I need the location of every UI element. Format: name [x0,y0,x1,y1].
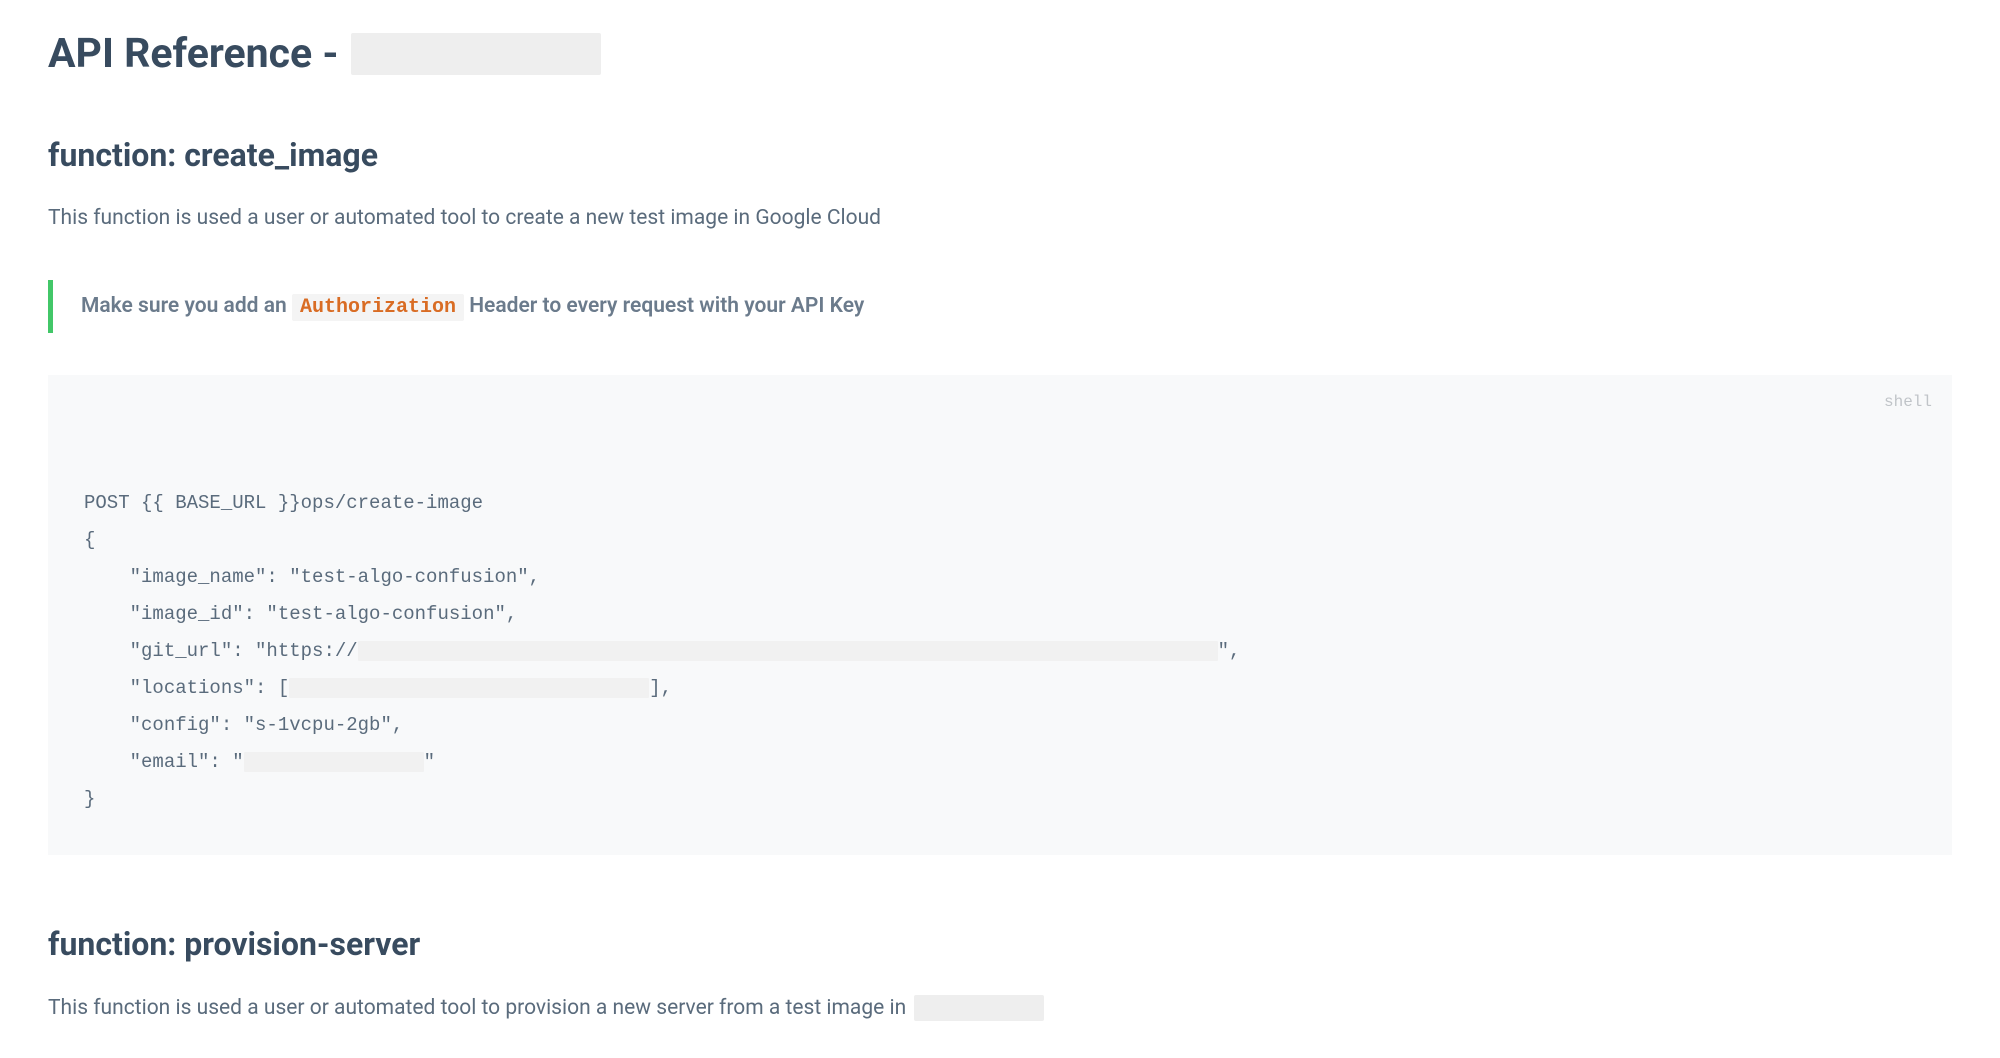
section-heading-create-image: function: create_image [48,136,1952,174]
callout-authorization: Make sure you add an Authorization Heade… [48,280,1952,333]
code-lang-label: shell [1884,387,1932,418]
redacted-git-url [358,641,1218,661]
callout-text-after: Header to every request with your API Ke… [464,294,864,318]
redacted-locations [289,678,649,698]
callout-text-before: Make sure you add an [81,294,292,318]
section-desc-provision-server: This function is used a user or automate… [48,995,1952,1021]
code-line: POST {{ BASE_URL }}ops/create-image [84,492,483,514]
redacted-provider-name [914,995,1044,1021]
code-line: } [84,788,95,810]
code-block-create-image: shell POST {{ BASE_URL }}ops/create-imag… [48,375,1952,855]
code-line: "locations": [], [84,677,672,699]
page-title-text: API Reference - [48,30,339,78]
code-line: "image_id": "test-algo-confusion", [84,603,517,625]
section-desc-create-image: This function is used a user or automate… [48,206,1952,230]
page-title: API Reference - [48,30,1952,78]
code-line: "git_url": "https://", [84,640,1240,662]
code-line: "email": "" [84,751,435,773]
redacted-title-suffix [351,33,601,75]
redacted-email [244,752,424,772]
inline-code-authorization: Authorization [292,294,464,321]
section-heading-provision-server: function: provision-server [48,925,1952,963]
code-line: { [84,529,95,551]
desc-text: This function is used a user or automate… [48,996,906,1020]
code-line: "config": "s-1vcpu-2gb", [84,714,403,736]
code-line: "image_name": "test-algo-confusion", [84,566,540,588]
